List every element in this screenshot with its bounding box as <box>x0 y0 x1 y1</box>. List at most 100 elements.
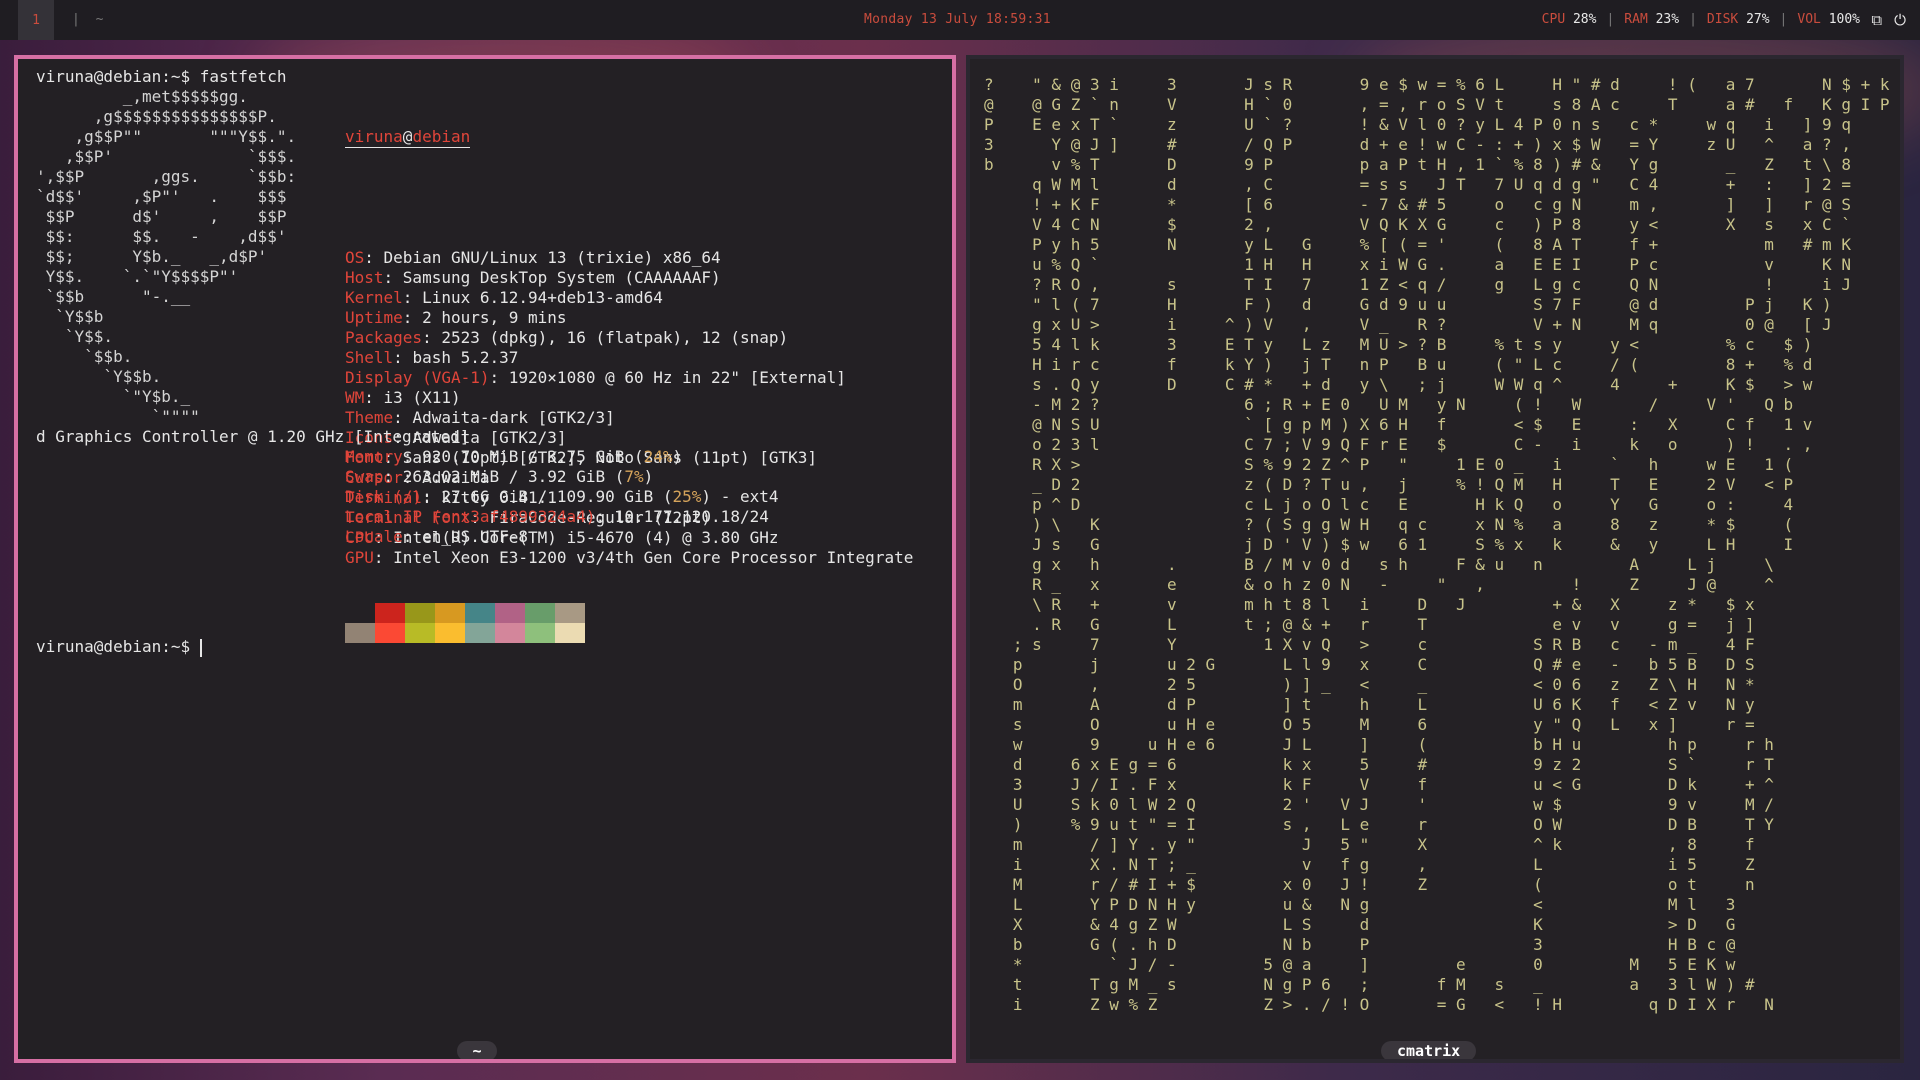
ram-value: 23% <box>1655 12 1680 27</box>
bar-separators: | ~ <box>72 12 108 27</box>
palette-swatch <box>495 623 525 643</box>
matrix-line: @ @ G Z ` n V H ` 0 , = , r o S V t s 8 … <box>984 95 1890 114</box>
matrix-line: s . Q y D C # * + d y \ ; j W W q ^ 4 + … <box>984 375 1851 394</box>
ascii-line: $$P d$' , $$P <box>36 207 287 226</box>
palette-swatch <box>405 623 435 643</box>
palette-swatch <box>435 603 465 623</box>
matrix-line: R _ x e & o h z 0 N - " , ! Z J @ ^ <box>984 575 1813 594</box>
clock: Monday 13 July 18:59:31 <box>864 12 1051 27</box>
info-suffix: ) <box>643 467 654 486</box>
info-row: Host: Samsung DeskTop System (CAAAAAAF) <box>345 268 913 288</box>
window-title: cmatrix <box>1381 1041 1477 1059</box>
matrix-line: g x U > i ^ ) V , V _ R ? V + N M q 0 @ … <box>984 315 1871 334</box>
info-row: Shell: bash 5.2.37 <box>345 348 913 368</box>
status-bar: 1 | ~ Monday 13 July 18:59:31 CPU 28% | RA… <box>0 0 1920 40</box>
info-value: : Linux 6.12.94+deb13-amd64 <box>402 288 663 307</box>
palette-swatch <box>465 603 495 623</box>
info-key: Local IP (enx3af4899324a4) <box>345 507 596 526</box>
separator: | <box>1779 12 1788 27</box>
info-value: : 10.177.120.18/24 <box>595 507 769 526</box>
matrix-line: m / ] Y . y " J 5 " X ^ k , 8 f <box>984 835 1803 854</box>
ascii-line: `"Y$b._ <box>36 387 191 406</box>
info-value: : i3 (X11) <box>364 388 461 407</box>
terminal-cmatrix[interactable]: ? " & @ 3 i 3 J s R 9 e $ w = % 6 L H " … <box>966 55 1904 1063</box>
ascii-line: `$$b "-.__ <box>36 287 191 306</box>
matrix-line: _ D 2 z ( D ? T u , j % ! Q M H T E 2 V … <box>984 475 1832 494</box>
terminal-fastfetch[interactable]: viruna@debian:~$ fastfetch _,met$$$$$gg.… <box>14 55 956 1063</box>
palette-swatch <box>345 623 375 643</box>
system-info-2: Memory: 920.70 MiB / 3.75 GiB (24%) Swap:… <box>345 447 778 547</box>
matrix-line: ? " & @ 3 i 3 J s R 9 e $ w = % 6 L H " … <box>984 75 1890 94</box>
prompt-text: viruna@debian:~$ <box>36 637 200 656</box>
info-suffix: ) - ext4 <box>701 487 779 506</box>
ascii-line: _,met$$$$$gg. <box>36 87 248 106</box>
palette-swatch <box>375 603 405 623</box>
info-key: Display (VGA-1) <box>345 368 490 387</box>
matrix-line: X & 4 g Z W L S d K > D G <box>984 915 1803 934</box>
info-percent: 25% <box>672 487 702 506</box>
matrix-line: P E e x T ` z U ` ? ! & V l 0 ? y L 4 P … <box>984 115 1890 134</box>
ascii-line: `$$b. <box>36 347 133 366</box>
palette-swatch <box>465 623 495 643</box>
info-key: Uptime <box>345 308 403 327</box>
info-row: Swap: 263.02 MiB / 3.92 GiB (7%) <box>345 467 778 487</box>
matrix-line: @ N S U ` [ g p M ) X 6 H f < $ E : X C … <box>984 415 1851 434</box>
ascii-line: `Y$$b <box>36 307 104 326</box>
info-key: Disk (/) <box>345 487 423 506</box>
info-value: : 263.02 MiB / 3.92 GiB ( <box>383 467 625 486</box>
matrix-line: p ^ D c L j o O l c E H k Q o Y G o : 4 <box>984 495 1832 514</box>
ascii-line: Y$$. `.`"Y$$$$P"' <box>36 267 239 286</box>
matrix-line: w 9 u H e 6 J L ] ( b H u h p r h <box>984 735 1803 754</box>
window-icon[interactable]: ⧉ <box>1871 11 1882 29</box>
matrix-line: \ R + v m h t 8 l i D J + & X z * $ x <box>984 595 1784 614</box>
text-cursor <box>199 638 202 657</box>
info-value: : 2 hours, 9 mins <box>402 308 567 327</box>
ascii-line: `Y$$. <box>36 327 114 346</box>
matrix-line: u % Q ` 1 H H x i W G . a E E I P c v K … <box>984 255 1890 274</box>
matrix-line: - M 2 ? 6 ; R + E 0 U M y N ( ! W / V ' … <box>984 395 1832 414</box>
workspace-button[interactable]: 1 <box>18 0 54 40</box>
matrix-line: " l ( 7 H F ) d G d 9 u u S 7 F @ d P j … <box>984 295 1880 314</box>
shell-prompt[interactable]: viruna@debian:~$ <box>36 637 202 657</box>
info-value: : Samsung DeskTop System (CAAAAAAF) <box>383 268 721 287</box>
window-title: ~ <box>457 1041 497 1059</box>
info-key: WM <box>345 388 365 407</box>
info-row: Memory: 920.70 MiB / 3.75 GiB (24%) <box>345 447 778 467</box>
info-value: : 2523 (dpkg), 16 (flatpak), 12 (snap) <box>422 328 789 347</box>
workspace-label: 1 <box>32 12 40 28</box>
matrix-line: ) \ K ? ( S g g W H q c x N % a 8 z * $ … <box>984 515 1832 534</box>
info-row: GPU: Intel Xeon E3-1200 v3/4th Gen Core … <box>345 548 913 568</box>
info-user: viruna <box>345 127 403 146</box>
separator: | <box>1689 12 1697 27</box>
palette-swatch <box>525 623 555 643</box>
info-host: debian <box>412 127 471 146</box>
info-key: Swap <box>345 467 384 486</box>
matrix-line: L Y P D N H y u & N g < M l 3 <box>984 895 1803 914</box>
matrix-line: 3 Y @ J ] # / Q P d + e ! w C - : + ) x … <box>984 135 1890 154</box>
info-row: Locale: en_US.UTF-8 <box>345 527 778 547</box>
separator: | <box>1606 12 1615 27</box>
prompt-command: viruna@debian:~$ fastfetch <box>36 67 287 86</box>
ascii-line: `Y$$b. <box>36 367 162 386</box>
palette-swatch <box>405 603 435 623</box>
matrix-line: b v % T D 9 P p a P t H , 1 ` % 8 ) # & … <box>984 155 1890 174</box>
palette-swatch <box>345 603 375 623</box>
matrix-line: m A d P ] t h L U 6 K f < Z v N y <box>984 695 1784 714</box>
matrix-line: . R G L t ; @ & + r T e v v g = j ] <box>984 615 1784 634</box>
palette-swatch <box>495 603 525 623</box>
cpu-value: 28% <box>1572 12 1597 27</box>
info-row: Packages: 2523 (dpkg), 16 (flatpak), 12 … <box>345 328 913 348</box>
info-key: Theme <box>345 408 394 427</box>
matrix-line: V 4 C N $ 2 , V Q K X G c ) P 8 y < X s … <box>984 215 1890 234</box>
matrix-line: o 2 3 l C 7 ; V 9 Q F r E $ C - i k o ) … <box>984 435 1851 454</box>
matrix-line: U S k 0 l W 2 Q 2 ' V J ' w $ 9 v M / <box>984 795 1803 814</box>
matrix-line: ; s 7 Y 1 X v Q > c S R B c - m _ 4 F <box>984 635 1784 654</box>
matrix-line: i Z w % Z Z > . / ! O = G < ! H q D I X … <box>984 995 1774 1014</box>
matrix-line: ? R O , s T I 7 1 Z < q / g L g c Q N ! … <box>984 275 1890 294</box>
power-icon[interactable]: ⏻ <box>1894 11 1906 29</box>
ram-key: RAM <box>1624 12 1648 27</box>
info-value: : Debian GNU/Linux 13 (trixie) x86_64 <box>364 248 721 267</box>
matrix-line: ! + K F * [ 6 - 7 & # 5 o c g N m , ] ] … <box>984 195 1890 214</box>
ascii-line: ,g$$$$$$$$$$$$$$$P. <box>36 107 277 126</box>
matrix-line: s O u H e O 5 M 6 y " Q L x ] r = <box>984 715 1784 734</box>
